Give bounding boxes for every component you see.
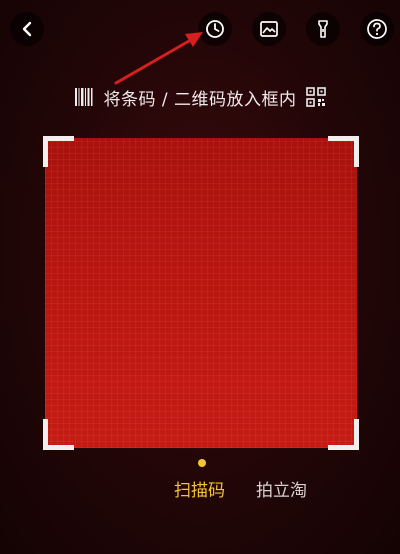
- clock-icon: [206, 20, 224, 38]
- flashlight-icon: [318, 20, 328, 38]
- image-icon: [260, 21, 278, 37]
- back-icon: [22, 21, 32, 37]
- active-mode-indicator: [198, 459, 206, 467]
- scan-corner-top-right: [328, 136, 359, 167]
- album-button[interactable]: [252, 12, 286, 46]
- scan-frame: [43, 136, 359, 450]
- scan-corner-bottom-left: [43, 419, 74, 450]
- top-toolbar: [0, 0, 400, 60]
- scan-corner-top-left: [43, 136, 74, 167]
- history-button[interactable]: [198, 12, 232, 46]
- barcode-icon: [75, 88, 93, 106]
- help-icon: [367, 19, 387, 39]
- scan-hint: 将条码 / 二维码放入框内: [0, 84, 400, 110]
- scan-hint-text: 将条码 / 二维码放入框内: [103, 89, 297, 110]
- scan-corner-bottom-right: [328, 419, 359, 450]
- tab-scan-code[interactable]: 扫描码: [174, 476, 225, 501]
- back-button[interactable]: [10, 12, 44, 46]
- tab-photo-search[interactable]: 拍立淘: [256, 476, 307, 501]
- help-button[interactable]: [360, 12, 394, 46]
- qr-code-icon: [305, 87, 326, 107]
- flashlight-button[interactable]: [306, 12, 340, 46]
